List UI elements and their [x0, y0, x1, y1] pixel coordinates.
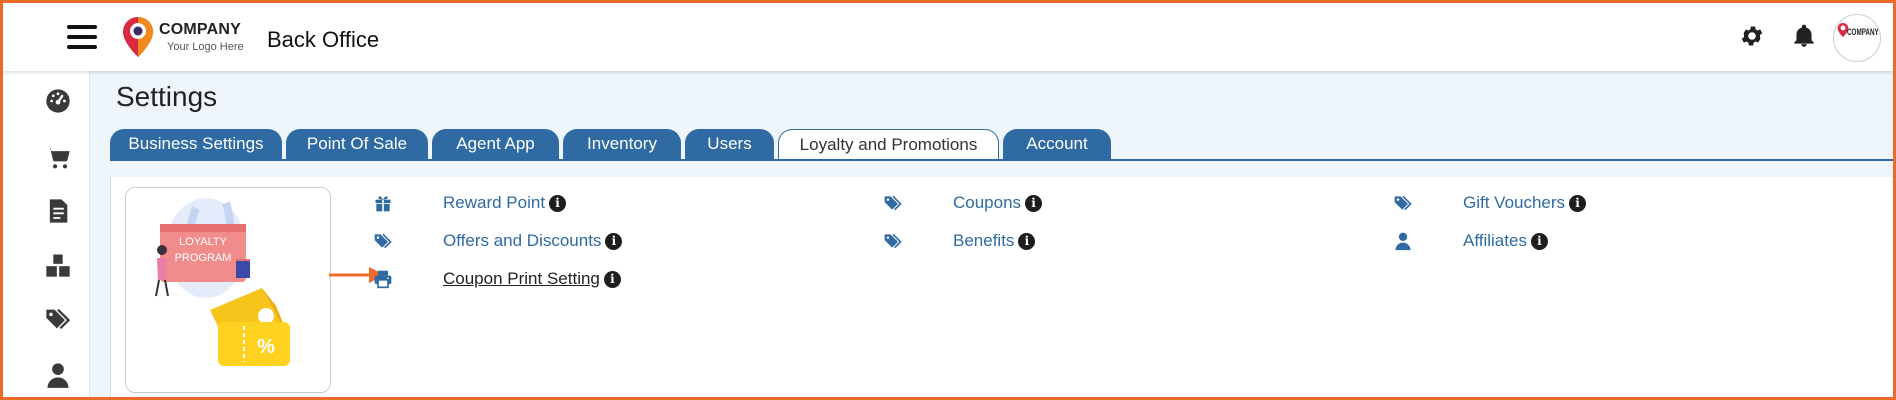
tab-account[interactable]: Account [1003, 129, 1111, 159]
loyalty-program-image: LOYALTY PROGRAM % [155, 198, 290, 366]
setting-benefits: Benefits i [883, 229, 1183, 253]
reward-point-label[interactable]: Reward Point [443, 193, 545, 212]
info-icon[interactable]: i [603, 271, 621, 288]
gift-vouchers-link[interactable]: Gift Vouchers i [1463, 193, 1587, 213]
boxes-icon[interactable] [44, 251, 72, 279]
coupons-label[interactable]: Coupons [953, 193, 1021, 212]
setting-coupons: Coupons i [883, 191, 1183, 215]
benefits-label[interactable]: Benefits [953, 231, 1014, 250]
affiliates-label[interactable]: Affiliates [1463, 231, 1527, 250]
printer-icon[interactable] [373, 269, 393, 289]
user-icon[interactable] [44, 361, 72, 389]
gift-vouchers-label[interactable]: Gift Vouchers [1463, 193, 1565, 212]
menu-icon[interactable] [67, 23, 99, 51]
left-sidebar [3, 71, 90, 397]
gear-icon[interactable] [1739, 23, 1765, 49]
coupon-symbol: % [257, 336, 275, 358]
reward-point-link[interactable]: Reward Point i [443, 193, 567, 213]
tags-icon[interactable] [373, 231, 393, 251]
tab-agent-app[interactable]: Agent App [432, 129, 559, 159]
coupons-link[interactable]: Coupons i [953, 193, 1043, 213]
company-logo[interactable]: COMPANY Your Logo Here [121, 15, 251, 59]
logo-pin-icon [123, 17, 153, 57]
app-title: Back Office [267, 27, 380, 52]
bell-icon[interactable] [1791, 23, 1817, 49]
app-window: COMPANY Your Logo Here Back Office COMPA… [0, 0, 1896, 400]
setting-gift-vouchers: Gift Vouchers i [1393, 191, 1693, 215]
loyalty-panel: LOYALTY PROGRAM % Reward Point i Coupons… [110, 177, 1893, 397]
info-icon[interactable]: i [549, 195, 567, 212]
page-title: Settings [116, 81, 218, 112]
tab-point-of-sale[interactable]: Point Of Sale [286, 129, 428, 159]
setting-reward-point: Reward Point i [373, 191, 673, 215]
info-icon[interactable]: i [1530, 233, 1548, 250]
logo-tagline: Your Logo Here [167, 41, 244, 53]
tab-loyalty-and-promotions[interactable]: Loyalty and Promotions [778, 129, 999, 161]
benefits-link[interactable]: Benefits i [953, 231, 1036, 251]
tab-inventory[interactable]: Inventory [563, 129, 681, 159]
gift-icon[interactable] [373, 193, 393, 213]
info-icon[interactable]: i [1025, 195, 1043, 212]
tags-icon[interactable] [1393, 193, 1413, 213]
banner-line2: PROGRAM [175, 252, 232, 264]
logo-name: COMPANY [159, 21, 241, 38]
dashboard-icon[interactable] [44, 87, 72, 115]
info-icon[interactable]: i [1018, 233, 1036, 250]
top-header: COMPANY Your Logo Here Back Office COMPA… [3, 3, 1893, 71]
affiliates-link[interactable]: Affiliates i [1463, 231, 1548, 251]
offers-and-discounts-label[interactable]: Offers and Discounts [443, 231, 601, 250]
cart-icon[interactable] [44, 143, 72, 171]
info-icon[interactable]: i [605, 233, 623, 250]
coupon-print-setting-label[interactable]: Coupon Print Setting [443, 269, 600, 288]
tags-icon[interactable] [44, 305, 72, 333]
user-avatar[interactable]: COMPANY [1833, 14, 1881, 62]
offers-and-discounts-link[interactable]: Offers and Discounts i [443, 231, 623, 251]
setting-affiliates: Affiliates i [1393, 229, 1693, 253]
tags-icon[interactable] [883, 231, 903, 251]
tags-icon[interactable] [883, 193, 903, 213]
tab-business-settings[interactable]: Business Settings [110, 129, 282, 159]
document-icon[interactable] [44, 197, 72, 225]
info-icon[interactable]: i [1569, 195, 1587, 212]
setting-offers-and-discounts: Offers and Discounts i [373, 229, 673, 253]
tabs-divider [110, 159, 1893, 161]
avatar-text: COMPANY [1847, 27, 1879, 37]
main-content: Settings Business Settings Point Of Sale… [90, 71, 1893, 397]
setting-coupon-print: Coupon Print Setting i [373, 267, 693, 291]
settings-tabs: Business Settings Point Of Sale Agent Ap… [110, 129, 1893, 161]
user-icon[interactable] [1393, 231, 1413, 251]
coupon-print-setting-link[interactable]: Coupon Print Setting i [443, 269, 621, 289]
banner-line1: LOYALTY [179, 236, 228, 248]
tab-users[interactable]: Users [685, 129, 774, 159]
loyalty-illustration: LOYALTY PROGRAM % [125, 187, 331, 393]
